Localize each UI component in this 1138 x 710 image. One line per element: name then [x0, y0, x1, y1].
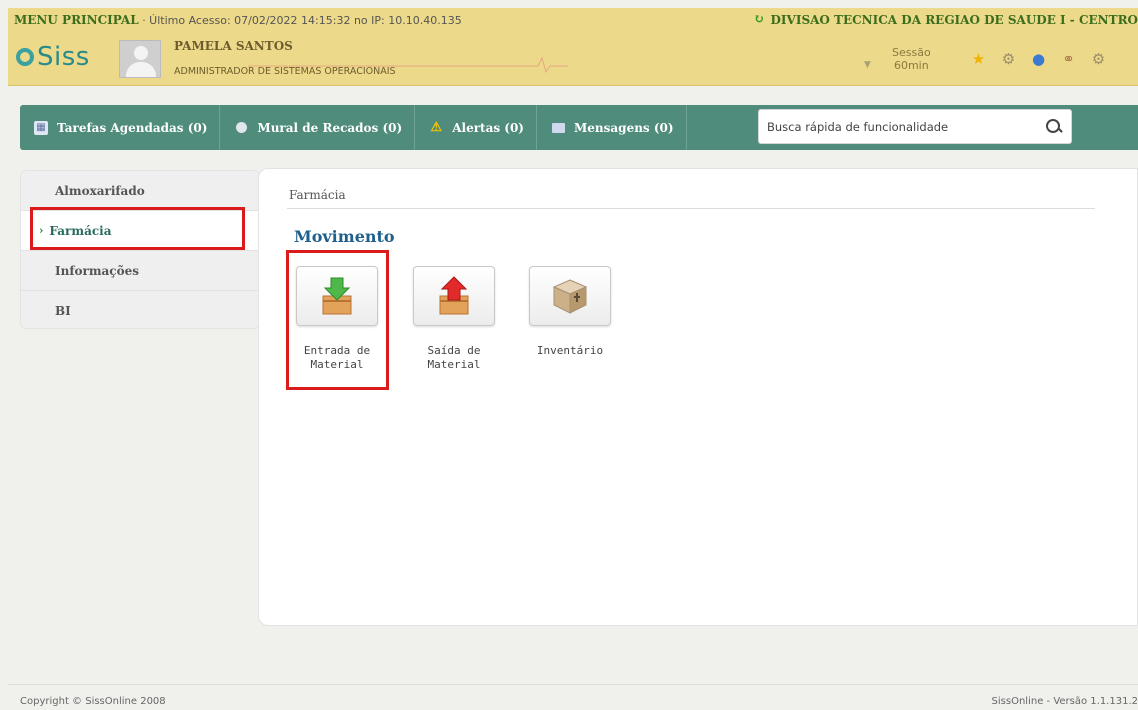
tasks-label: Tarefas Agendadas (0)	[57, 120, 208, 135]
version-text: SissOnline - Versão 1.1.131.2	[991, 696, 1138, 707]
settings-icon[interactable]: ⚙	[1090, 50, 1107, 68]
main-panel: Farmácia Movimento Entrada de Material S…	[258, 168, 1138, 626]
last-access-text: · Último Acesso: 07/02/2022 14:15:32 no …	[142, 14, 462, 27]
session-label: Sessão	[892, 46, 931, 59]
header-info-line: MENU PRINCIPAL · Último Acesso: 07/02/20…	[14, 13, 462, 27]
calendar-icon: ▦	[34, 120, 48, 135]
logo-ring-icon	[16, 48, 34, 66]
session-timer: Sessão 60min	[892, 46, 931, 72]
power-icon[interactable]: ⚭	[1060, 50, 1077, 68]
sidebar-item-informacoes[interactable]: Informações	[21, 251, 259, 291]
organization-label: DIVISAO TECNICA DA REGIAO DE SAUDE I - C…	[770, 12, 1138, 27]
breadcrumb-divider	[287, 208, 1095, 209]
bubble-icon	[234, 121, 248, 135]
sidebar-item-label: Informações	[55, 263, 139, 278]
tile-label: Saída de Material	[427, 344, 481, 371]
siss-logo: Siss	[16, 42, 90, 72]
sidebar-item-label: Almoxarifado	[55, 183, 145, 198]
star-icon[interactable]: ★	[970, 50, 987, 68]
messages-button[interactable]: Mensagens (0)	[537, 105, 687, 150]
chevron-down-icon[interactable]: ▼	[864, 60, 871, 70]
warning-icon: ⚠	[430, 120, 443, 135]
alerts-button[interactable]: ⚠ Alertas (0)	[415, 105, 537, 150]
tile-saida-icon-box[interactable]	[413, 266, 495, 326]
package-icon	[552, 279, 588, 314]
tile-inventario-icon-box[interactable]	[529, 266, 611, 326]
highlight-farmacia	[30, 207, 245, 250]
highlight-entrada-material	[286, 250, 389, 390]
avatar	[119, 40, 161, 78]
main-menu-label[interactable]: MENU PRINCIPAL	[14, 13, 139, 27]
tile-label: Inventário	[536, 344, 604, 357]
logo-text: Siss	[37, 42, 90, 72]
pulse-line-decoration	[248, 56, 568, 74]
gear-icon[interactable]: ⚙	[1000, 50, 1017, 68]
top-header: MENU PRINCIPAL · Último Acesso: 07/02/20…	[8, 8, 1138, 86]
toolbar: ▦ Tarefas Agendadas (0) Mural de Recados…	[20, 105, 1138, 150]
mural-button[interactable]: Mural de Recados (0)	[220, 105, 416, 150]
tile-inventario[interactable]: Inventário	[529, 266, 611, 358]
user-name: PAMELA SANTOS	[174, 39, 293, 53]
section-title: Movimento	[294, 227, 395, 246]
box-out-icon	[439, 276, 469, 315]
sidebar-item-almoxarifado[interactable]: Almoxarifado	[21, 171, 259, 211]
mural-label: Mural de Recados (0)	[257, 120, 403, 135]
refresh-icon[interactable]: ↻	[754, 12, 765, 27]
alerts-label: Alertas (0)	[452, 120, 524, 135]
help-icon[interactable]: ●	[1030, 50, 1047, 68]
messages-label: Mensagens (0)	[574, 120, 674, 135]
tile-saida-material[interactable]: Saída de Material	[413, 266, 495, 372]
footer-divider	[8, 684, 1138, 685]
breadcrumb[interactable]: Farmácia	[289, 188, 346, 202]
quick-search	[758, 109, 1072, 144]
search-input[interactable]	[767, 119, 1045, 134]
header-actions: ★ ⚙ ● ⚭ ⚙	[970, 50, 1107, 68]
sidebar-item-bi[interactable]: BI	[21, 291, 259, 328]
tasks-button[interactable]: ▦ Tarefas Agendadas (0)	[20, 105, 221, 150]
mail-icon	[551, 121, 565, 135]
search-icon[interactable]	[1045, 118, 1063, 136]
sidebar-item-label: BI	[55, 304, 71, 318]
copyright-text: Copyright © SissOnline 2008	[20, 696, 166, 707]
organization-name: ↻ DIVISAO TECNICA DA REGIAO DE SAUDE I -…	[754, 12, 1138, 27]
session-time: 60min	[893, 59, 929, 72]
